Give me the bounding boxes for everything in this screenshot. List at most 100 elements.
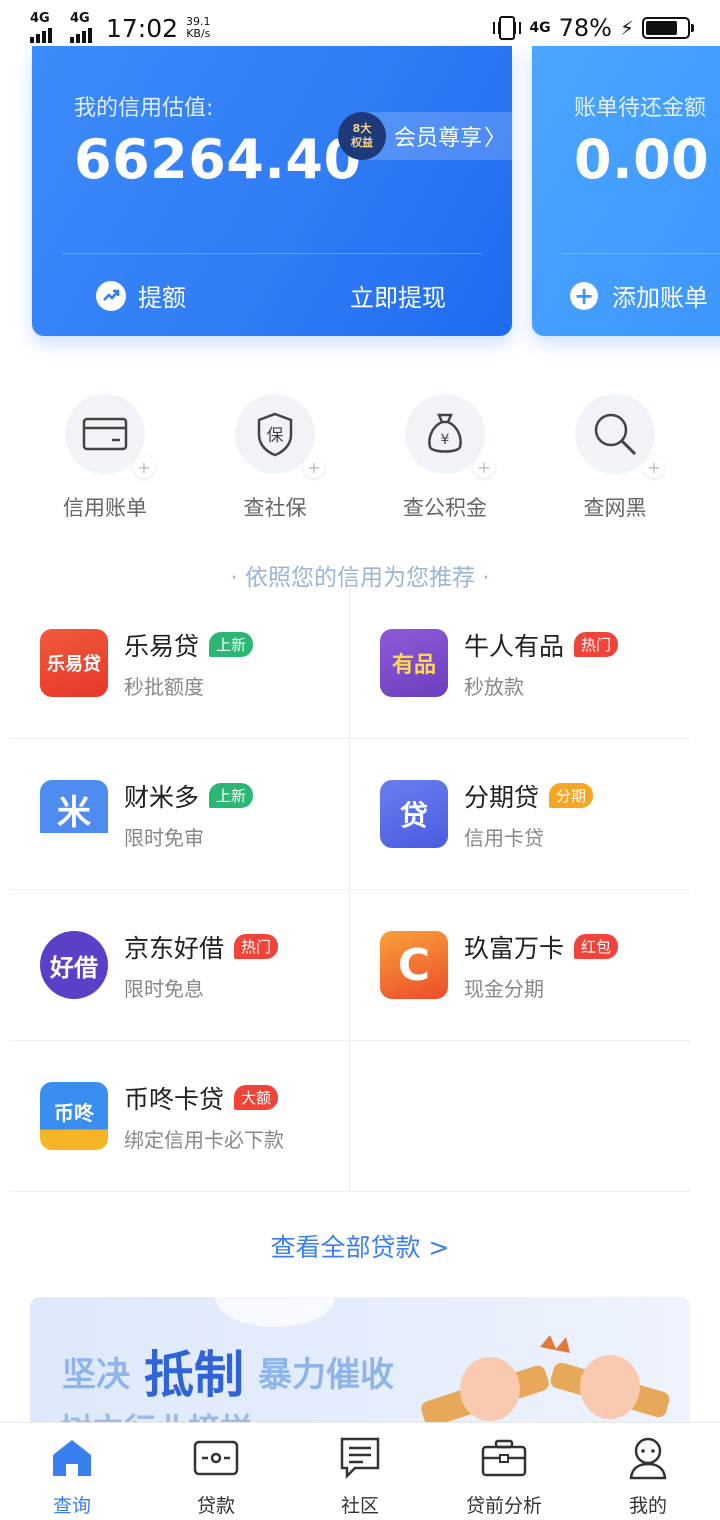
product-tag: 热门 [234,934,279,959]
plus-icon: + [570,281,598,310]
product-leyidai[interactable]: 乐易贷 乐易贷 上新 秒批额度 [10,588,350,738]
card-divider [62,253,482,254]
tool-blacklist-check[interactable]: + 查网黑 [530,394,700,522]
vibrate-icon [493,16,522,40]
nav-label: 贷款 [196,1495,235,1517]
member-badge-line2: 权益 [351,136,373,149]
product-grid: 乐易贷 乐易贷 上新 秒批额度 有品 牛人有品 热门 秒放款 米 财米多 上新 … [10,588,690,1192]
card-divider [562,253,720,254]
product-name: 乐易贷 [124,631,200,661]
product-bidongkadai[interactable]: 币咚 币咚卡贷 大额 绑定信用卡必下款 [10,1041,350,1191]
svg-text:保: 保 [267,426,284,446]
product-tag: 热门 [574,632,619,657]
fenqidai-logo-icon: 贷 [380,780,448,848]
leyidai-logo-icon: 乐易贷 [40,629,108,697]
card-icon: + [65,394,155,478]
trend-up-icon [96,280,126,311]
product-fenqidai[interactable]: 贷 分期贷 分期 信用卡贷 [350,739,690,889]
banner-text-strong: 抵制 [144,1346,244,1404]
clock: 17:02 [106,13,179,43]
member-benefits-label: 会员尊享 [394,126,483,151]
network-type-2: 4G [70,11,90,26]
credit-estimate-card[interactable]: 我的信用估值: 66264.40 8大 权益 会员尊享 〉 提额 立即提现 [32,46,512,336]
battery-icon [642,17,694,39]
promo-banner[interactable]: 坚决 抵制 暴力催收 树立行业榜样 [30,1297,690,1423]
tool-credit-bill[interactable]: + 信用账单 [20,394,190,522]
withdraw-now-button[interactable]: 立即提现 [350,278,446,313]
logo-text: 有品 [391,653,436,678]
money-bag-icon: ¥ + [405,394,495,478]
community-icon [337,1435,383,1481]
home-icon [49,1435,95,1481]
tool-social-security[interactable]: 保 + 查社保 [190,394,360,522]
product-name: 财米多 [124,782,200,812]
nav-label: 查询 [52,1495,91,1517]
add-bill-button[interactable]: + 添加账单 [570,278,708,313]
product-name: 京东好借 [124,933,225,963]
nav-community[interactable]: 社区 [288,1423,432,1520]
network-type-1: 4G [30,11,50,26]
briefcase-icon [481,1435,527,1481]
jiufuwanka-logo-icon: C [380,931,448,999]
tool-housing-fund[interactable]: ¥ + 查公积金 [360,394,530,522]
product-tag: 上新 [209,783,254,808]
product-tag: 分期 [549,783,594,808]
product-tag: 大额 [234,1085,279,1110]
product-jingdonghaojie[interactable]: 好借 京东好借 热门 限时免息 [10,890,350,1040]
loan-icon [193,1435,239,1481]
raise-limit-button[interactable]: 提额 [96,278,186,313]
table-row: 乐易贷 乐易贷 上新 秒批额度 有品 牛人有品 热门 秒放款 [10,588,690,739]
product-tag: 红包 [574,934,619,959]
nav-query[interactable]: 查询 [0,1423,144,1520]
product-tag: 上新 [209,632,254,657]
credit-estimate-value: 66264.40 [74,128,362,191]
signal-icon-2: 4G [70,11,92,43]
product-subtitle: 秒放款 [464,674,524,699]
plus-icon: + [643,456,665,478]
product-subtitle: 限时免息 [124,976,204,1001]
product-subtitle: 秒批额度 [124,674,204,699]
credit-estimate-label: 我的信用估值: [74,96,214,121]
logo-text: 米 [57,792,91,833]
nav-loans[interactable]: 贷款 [144,1423,288,1520]
nav-pre-loan-analysis[interactable]: 贷前分析 [432,1423,576,1520]
table-row: 米 财米多 上新 限时免审 贷 分期贷 分期 信用卡贷 [10,739,690,890]
speed-unit: KB/s [186,27,211,40]
plus-icon: + [133,456,155,478]
nav-label: 我的 [628,1495,667,1517]
product-name: 玖富万卡 [464,933,565,963]
withdraw-now-label: 立即提现 [350,284,446,312]
product-name: 牛人有品 [464,631,565,661]
product-niurenyoupin[interactable]: 有品 牛人有品 热门 秒放款 [350,588,690,738]
logo-text: 币咚 [54,1100,94,1125]
product-subtitle: 现金分期 [464,976,544,1001]
recommend-title: · 依照您的信用为您推荐 · [230,565,490,591]
tool-label: 查社保 [243,496,307,520]
banner-text-1: 坚决 [62,1354,130,1395]
plus-icon: + [303,456,325,478]
nav-label: 社区 [340,1495,379,1517]
logo-text: 乐易贷 [47,654,101,675]
member-benefits-button[interactable]: 8大 权益 会员尊享 〉 [338,112,512,160]
product-jiufuwanka[interactable]: C 玖富万卡 红包 现金分期 [350,890,690,1040]
caimiduo-logo-icon: 米 [40,780,108,848]
raise-limit-label: 提额 [138,284,186,312]
bill-card[interactable]: 账单待还金额 0.00 + 添加账单 [532,46,720,336]
broken-stick-illustration [421,1335,670,1423]
charging-icon: ⚡ [619,16,634,40]
logo-text: C [397,939,431,991]
empty-cell [350,1041,690,1191]
product-caimiduo[interactable]: 米 财米多 上新 限时免审 [10,739,350,889]
signal-icon-1: 4G [30,11,52,43]
bill-label: 账单待还金额 [574,96,707,121]
view-all-loans-link[interactable]: 查看全部贷款 > [0,1228,720,1264]
network-type-right: 4G [529,20,551,36]
nav-label: 贷前分析 [465,1495,542,1517]
member-badge-line1: 8大 [352,122,372,135]
shield-icon: 保 + [235,394,325,478]
table-row: 币咚 币咚卡贷 大额 绑定信用卡必下款 [10,1041,690,1192]
nav-profile[interactable]: 我的 [576,1423,720,1520]
product-subtitle: 绑定信用卡必下款 [124,1127,284,1152]
add-bill-label: 添加账单 [612,284,708,312]
quick-tools: + 信用账单 保 + 查社保 ¥ + 查公积金 + 查网黑 [20,394,700,522]
